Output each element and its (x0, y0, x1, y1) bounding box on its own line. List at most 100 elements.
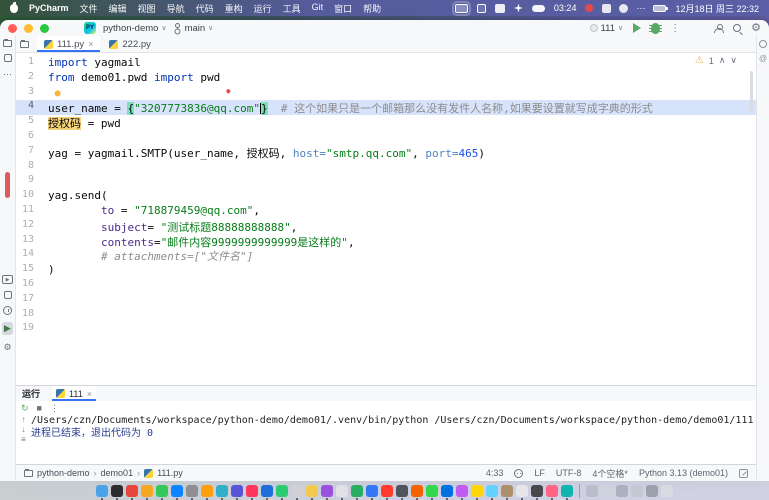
dock-app-icon[interactable] (561, 485, 573, 497)
search-everywhere-icon[interactable] (733, 24, 741, 32)
dock-app-icon[interactable] (456, 485, 468, 497)
code-line[interactable]: 15) (16, 263, 756, 278)
code-line[interactable]: 16 (16, 278, 756, 293)
ai-assistant-icon[interactable] (759, 40, 767, 48)
dock-app-icon[interactable] (396, 485, 408, 497)
menu-item-工具[interactable]: 工具 (283, 2, 301, 15)
dock-app-icon[interactable] (171, 485, 183, 497)
menu-item-窗口[interactable]: 窗口 (334, 2, 352, 15)
stage-icon[interactable] (477, 4, 486, 13)
more-icon[interactable]: ⋯ (636, 4, 645, 13)
menu-item-Git[interactable]: Git (312, 2, 324, 15)
breadcrumb-item[interactable]: 111.py (157, 468, 183, 478)
dock-app-icon[interactable] (411, 485, 423, 497)
run-button[interactable] (633, 23, 641, 33)
python-console-icon[interactable] (4, 291, 12, 299)
tab-111.py[interactable]: 111.py× (37, 36, 100, 52)
notifications-icon[interactable]: @ (759, 54, 767, 63)
battery-icon[interactable] (653, 5, 666, 12)
rerun-button[interactable]: ↻ (21, 403, 29, 413)
breadcrumb-item[interactable]: demo01 (101, 468, 134, 478)
code-line[interactable]: 4user_name = {"3207773836@qq.com"} # 这个如… (16, 100, 756, 115)
dock-app-icon[interactable] (291, 485, 303, 497)
code-line[interactable]: 8 (16, 160, 756, 175)
more-actions-button[interactable]: ⋮ (670, 23, 680, 34)
dock-app-icon[interactable] (126, 485, 138, 497)
editor-scrollbar[interactable] (750, 71, 753, 111)
dock-app-icon[interactable] (186, 485, 198, 497)
menu-item-导航[interactable]: 导航 (167, 2, 185, 15)
dock-app-icon[interactable] (381, 485, 393, 497)
line-separator[interactable]: LF (534, 468, 545, 478)
app-b-icon[interactable] (619, 4, 628, 13)
menu-item-帮助[interactable]: 帮助 (363, 2, 381, 15)
code-line[interactable]: 6 (16, 130, 756, 145)
terminal-tool-icon[interactable]: ⚙ (3, 342, 11, 352)
minimize-window-button[interactable] (24, 24, 33, 33)
git-branch-selector[interactable]: main ∨ (174, 23, 214, 34)
dock-app-icon[interactable] (306, 485, 318, 497)
dock-app-icon[interactable] (321, 485, 333, 497)
dock-app-icon[interactable] (516, 485, 528, 497)
caret-position[interactable]: 4:33 (486, 468, 504, 478)
code-line[interactable]: 3 ● ● (16, 86, 756, 101)
dock-app-icon[interactable] (336, 485, 348, 497)
dock-minimized-icon[interactable] (646, 485, 658, 497)
code-line[interactable]: 12 subject= "测试标题88888888888", (16, 219, 756, 234)
dock-app-icon[interactable] (231, 485, 243, 497)
debug-button[interactable] (651, 23, 660, 34)
menu-item-代码[interactable]: 代码 (196, 2, 214, 15)
dock-minimized-icon[interactable] (616, 485, 628, 497)
close-icon[interactable]: × (87, 389, 92, 399)
breadcrumb-item[interactable]: python-demo (37, 468, 90, 478)
code-line[interactable]: 1import yagmail (16, 56, 756, 71)
code-line[interactable]: 2from demo01.pwd import pwd (16, 71, 756, 86)
notification-marker[interactable] (5, 172, 10, 198)
input-icon[interactable] (495, 4, 505, 13)
close-window-button[interactable] (8, 24, 17, 33)
dock-minimized-icon[interactable] (631, 485, 643, 497)
tab-222.py[interactable]: 222.py (102, 36, 158, 52)
maximize-window-button[interactable] (40, 24, 49, 33)
run-config-selector[interactable]: 111 ∨ (590, 23, 624, 34)
code-line[interactable]: 5授权码 = pwd (16, 115, 756, 130)
indent-setting[interactable]: 4个空格* (592, 467, 628, 480)
menubar-app-name[interactable]: PyCharm (29, 3, 69, 13)
record-stop-icon[interactable] (585, 4, 593, 12)
prev-problem-icon[interactable]: ∧ (719, 55, 726, 66)
close-icon[interactable]: × (88, 39, 93, 49)
services-tool-icon[interactable]: ▶ (2, 275, 13, 284)
dock-app-icon[interactable] (246, 485, 258, 497)
menu-item-文件[interactable]: 文件 (80, 2, 98, 15)
project-selector[interactable]: python-demo ∨ (103, 23, 167, 34)
dock-app-icon[interactable] (351, 485, 363, 497)
commit-tool-icon[interactable] (4, 54, 12, 62)
dock-app-icon[interactable] (531, 485, 543, 497)
code-line[interactable]: 11 to = "718879459@qq.com", (16, 204, 756, 219)
menu-item-重构[interactable]: 重构 (225, 2, 243, 15)
dock-app-icon[interactable] (441, 485, 453, 497)
cloud-icon[interactable] (532, 5, 545, 12)
down-stacktrace-icon[interactable]: ↓ (22, 425, 26, 434)
settings-gear-icon[interactable]: ⚙ (751, 23, 761, 33)
up-stacktrace-icon[interactable]: ↑ (22, 415, 26, 424)
dock-app-icon[interactable] (201, 485, 213, 497)
soft-wrap-icon[interactable]: ≡ (21, 435, 26, 444)
project-tool-icon[interactable] (3, 40, 12, 47)
dock-app-icon[interactable] (471, 485, 483, 497)
file-encoding[interactable]: UTF-8 (556, 468, 582, 478)
code-line[interactable]: 7yag = yagmail.SMTP(user_name, 授权码, host… (16, 145, 756, 160)
menu-item-编辑[interactable]: 编辑 (109, 2, 127, 15)
profile-icon[interactable] (714, 24, 723, 33)
code-editor[interactable]: 1import yagmail2from demo01.pwd import p… (16, 53, 756, 385)
code-line[interactable]: 9 (16, 174, 756, 189)
apple-menu-icon[interactable] (10, 4, 18, 13)
dock-app-icon[interactable] (366, 485, 378, 497)
code-line[interactable]: 19 (16, 322, 756, 337)
dock-app-icon[interactable] (426, 485, 438, 497)
dock-minimized-icon[interactable] (601, 485, 613, 497)
more-options-icon[interactable]: ⋮ (50, 403, 59, 413)
inspection-widget[interactable]: ⚠ 1 ∧ ∨ (692, 55, 740, 66)
dock-app-icon[interactable] (216, 485, 228, 497)
display-icon[interactable] (455, 4, 468, 13)
